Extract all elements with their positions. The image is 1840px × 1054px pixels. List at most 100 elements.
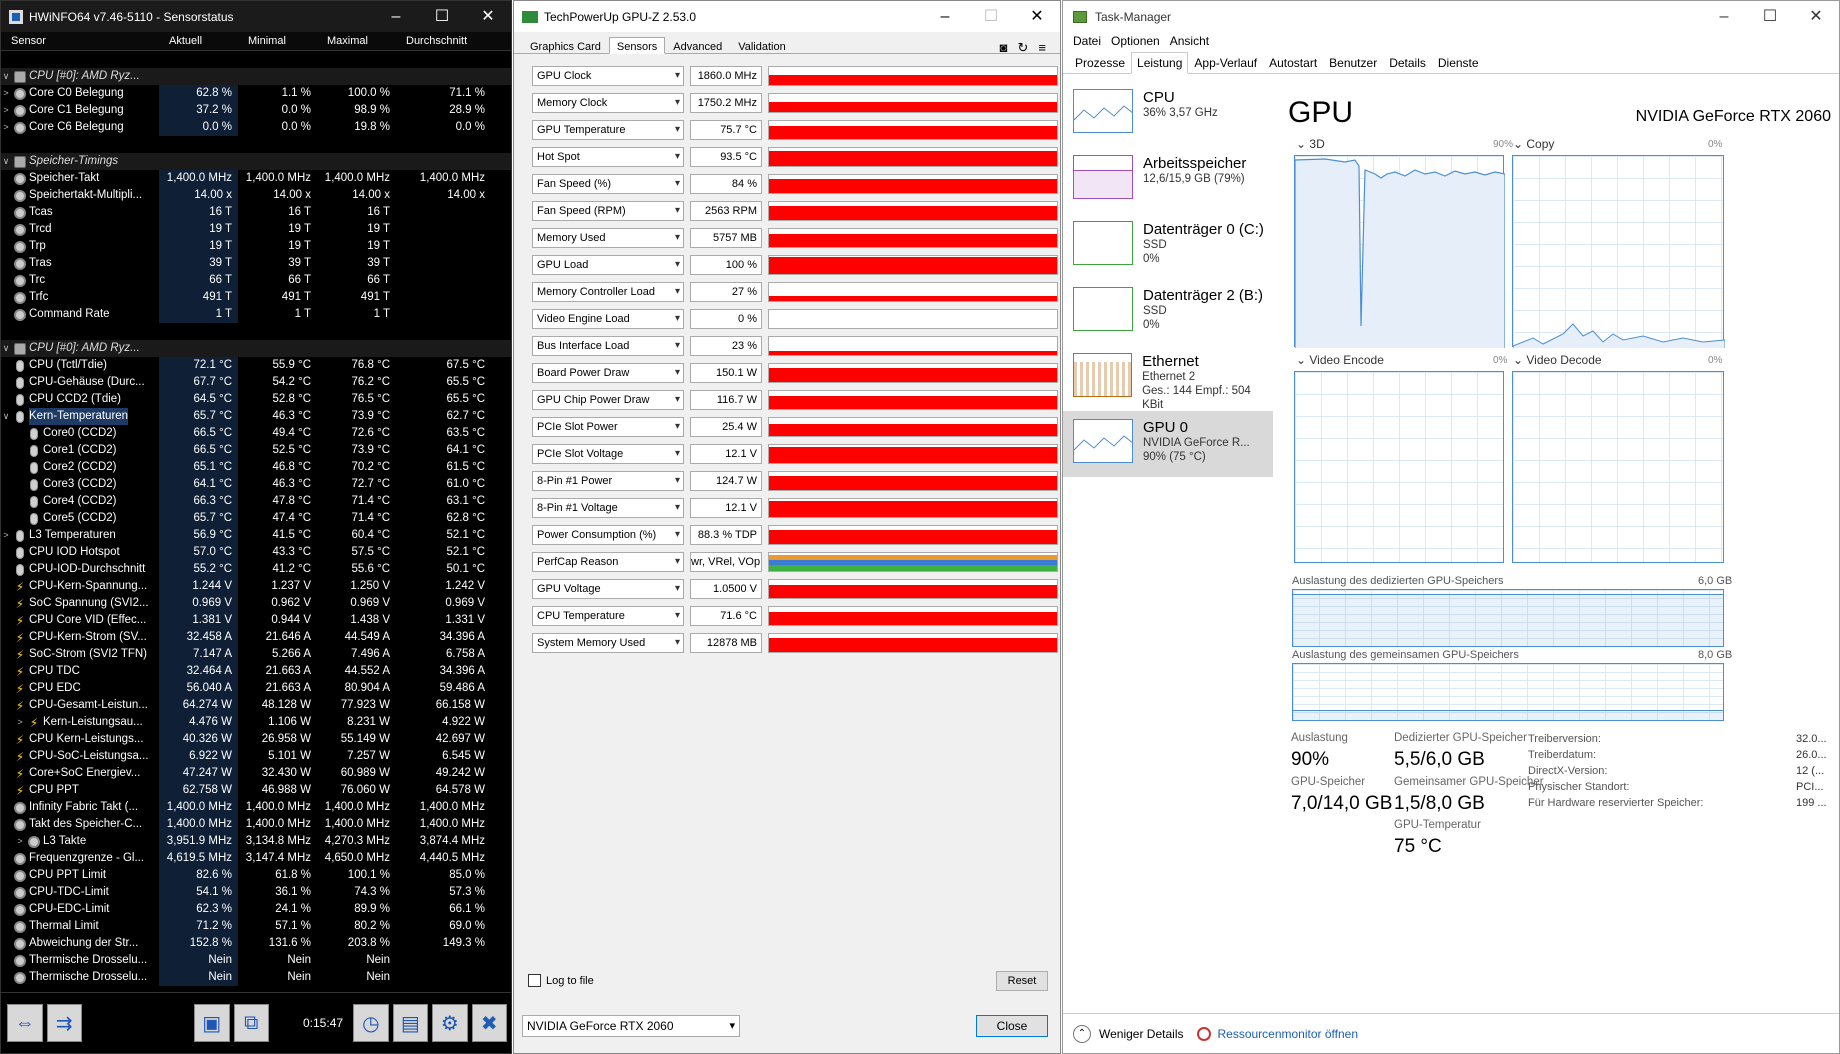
tab-advanced[interactable]: Advanced <box>665 37 730 53</box>
tab-graphics-card[interactable]: Graphics Card <box>522 37 609 53</box>
camera-icon[interactable]: ◙ <box>1000 40 1008 56</box>
sensor-label-dropdown[interactable]: Fan Speed (RPM) <box>532 201 684 221</box>
network-icon[interactable]: ⧉ <box>233 1004 269 1042</box>
tab-prozesse[interactable]: Prozesse <box>1069 52 1131 73</box>
expand-toggle-icon[interactable]: > <box>1 102 11 119</box>
table-row[interactable]: Trfc 491 T 491 T 491 T <box>1 289 511 306</box>
table-row[interactable]: Frequenzgrenze - Gl... 4,619.5 MHz 3,147.4… <box>1 850 511 867</box>
minimize-button[interactable]: – <box>1701 1 1747 32</box>
graph-encode-label[interactable]: ⌄ Video Encode <box>1296 353 1384 367</box>
minimize-button[interactable]: – <box>373 1 419 32</box>
sidebar-item-cpu[interactable]: CPU 36% 3,57 GHz <box>1063 81 1273 147</box>
sensor-label-dropdown[interactable]: Memory Controller Load <box>532 282 684 302</box>
column-max[interactable]: Maximal <box>317 32 396 50</box>
sensor-label-dropdown[interactable]: GPU Voltage <box>532 579 684 599</box>
table-row[interactable]: CPU-EDC-Limit 62.3 % 24.1 % 89.9 % 66.1 % <box>1 901 511 918</box>
gpu-select[interactable]: NVIDIA GeForce RTX 2060 <box>522 1015 740 1037</box>
table-row[interactable]: Trp 19 T 19 T 19 T <box>1 238 511 255</box>
table-row[interactable]: Takt des Speicher-C... 1,400.0 MHz 1,400.0… <box>1 816 511 833</box>
table-row[interactable] <box>1 323 511 340</box>
table-row[interactable]: ∨ CPU [#0]: AMD Ryz... <box>1 68 511 85</box>
table-row[interactable]: > Core C0 Belegung 62.8 % 1.1 % 100.0 % 71.1 … <box>1 85 511 102</box>
sidebar-item-gpu[interactable]: GPU 0 NVIDIA GeForce R... 90% (75 °C) <box>1063 411 1273 477</box>
table-row[interactable] <box>1 51 511 68</box>
tab-autostart[interactable]: Autostart <box>1263 52 1323 73</box>
menu-optionen[interactable]: Optionen <box>1109 32 1168 52</box>
expand-toggle-icon[interactable]: > <box>1 527 11 544</box>
sensor-label-dropdown[interactable]: Bus Interface Load <box>532 336 684 356</box>
expand-arrows-icon[interactable]: ⇔ <box>7 1004 43 1042</box>
table-row[interactable]: Core0 (CCD2) 66.5 °C 49.4 °C 72.6 °C 63.5 °C <box>1 425 511 442</box>
maximize-button[interactable]: ☐ <box>968 1 1014 32</box>
close-button[interactable]: ✕ <box>1014 1 1060 32</box>
table-row[interactable]: > Core C6 Belegung 0.0 % 0.0 % 19.8 % 0.0 % <box>1 119 511 136</box>
table-row[interactable]: Core3 (CCD2) 64.1 °C 46.3 °C 72.7 °C 61.0 °C <box>1 476 511 493</box>
gear-icon[interactable]: ⚙ <box>432 1004 468 1042</box>
expand-toggle-icon[interactable]: ∨ <box>1 153 11 170</box>
table-row[interactable]: CPU-Gehäuse (Durc... 67.7 °C 54.2 °C 76.2 °… <box>1 374 511 391</box>
expand-toggle-icon[interactable]: ∨ <box>1 68 11 85</box>
tab-benutzer[interactable]: Benutzer <box>1323 52 1383 73</box>
table-row[interactable]: ∨ Kern-Temperaturen 65.7 °C 46.3 °C 73.9 °C 6… <box>1 408 511 425</box>
table-row[interactable]: Trc 66 T 66 T 66 T <box>1 272 511 289</box>
table-row[interactable]: Speichertakt-Multipli... 14.00 x 14.00 x 14… <box>1 187 511 204</box>
sensor-label-dropdown[interactable]: Fan Speed (%) <box>532 174 684 194</box>
sensor-label-dropdown[interactable]: PCIe Slot Power <box>532 417 684 437</box>
table-row[interactable]: CPU CCD2 (Tdie) 64.5 °C 52.8 °C 76.5 °C 65.5… <box>1 391 511 408</box>
table-row[interactable]: > L3 Takte 3,951.9 MHz 3,134.8 MHz 4,270.3 M… <box>1 833 511 850</box>
table-row[interactable]: Core1 (CCD2) 66.5 °C 52.5 °C 73.9 °C 64.1 °C <box>1 442 511 459</box>
tab-dienste[interactable]: Dienste <box>1432 52 1485 73</box>
log-to-file-checkbox[interactable]: Log to file <box>528 974 594 987</box>
expand-toggle-icon[interactable]: > <box>15 714 25 731</box>
table-row[interactable]: Core2 (CCD2) 65.1 °C 46.8 °C 70.2 °C 61.5 °C <box>1 459 511 476</box>
expand-toggle-icon[interactable]: > <box>1 85 11 102</box>
table-row[interactable]: ⚡ SoC Spannung (SVI2... 0.969 V 0.962 V 0.96… <box>1 595 511 612</box>
table-row[interactable]: ⚡ CPU PPT 62.758 W 46.988 W 76.060 W 64.578 W <box>1 782 511 799</box>
refresh-icon[interactable]: ↻ <box>1018 40 1029 56</box>
table-row[interactable]: Abweichung der Str... 152.8 % 131.6 % 203.8… <box>1 935 511 952</box>
sensor-list[interactable]: ∨ CPU [#0]: AMD Ryz... > Core C0 Belegung 62… <box>1 51 511 1013</box>
sensor-label-dropdown[interactable]: GPU Load <box>532 255 684 275</box>
table-row[interactable]: ⚡ CPU EDC 56.040 A 21.663 A 80.904 A 59.486 A <box>1 680 511 697</box>
hwinfo-titlebar[interactable]: HWiNFO64 v7.46-5110 - Sensorstatus – ☐ ✕ <box>1 1 511 32</box>
table-row[interactable]: CPU-TDC-Limit 54.1 % 36.1 % 74.3 % 57.3 % <box>1 884 511 901</box>
minimize-button[interactable]: – <box>922 1 968 32</box>
sensor-label-dropdown[interactable]: Board Power Draw <box>532 363 684 383</box>
menu-icon[interactable]: ≡ <box>1038 40 1046 56</box>
table-row[interactable] <box>1 136 511 153</box>
tab-details[interactable]: Details <box>1383 52 1432 73</box>
table-row[interactable]: > ⚡ Kern-Leistungsau... 4.476 W 1.106 W 8.231… <box>1 714 511 731</box>
column-current[interactable]: Aktuell <box>159 32 238 50</box>
close-button[interactable]: ✕ <box>465 1 511 32</box>
expand-toggle-icon[interactable]: > <box>1 119 11 136</box>
sensor-label-dropdown[interactable]: GPU Chip Power Draw <box>532 390 684 410</box>
table-row[interactable]: Tras 39 T 39 T 39 T <box>1 255 511 272</box>
table-row[interactable]: ⚡ CPU Kern-Leistungs... 40.326 W 26.958 W 55… <box>1 731 511 748</box>
table-row[interactable]: Thermische Drosselu... Nein Nein Nein <box>1 952 511 969</box>
resource-monitor-link[interactable]: Ressourcenmonitor öffnen <box>1197 1026 1358 1041</box>
graph-copy-label[interactable]: ⌄ Copy <box>1513 137 1554 151</box>
collapse-arrows-icon[interactable]: ⇉ <box>46 1004 82 1042</box>
expand-toggle-icon[interactable]: > <box>15 833 25 850</box>
table-row[interactable]: ∨ CPU [#0]: AMD Ryz... <box>1 340 511 357</box>
menu-ansicht[interactable]: Ansicht <box>1168 32 1217 52</box>
table-row[interactable]: Speicher-Takt 1,400.0 MHz 1,400.0 MHz 1,400… <box>1 170 511 187</box>
table-row[interactable]: ⚡ Core+SoC Energiev... 47.247 W 32.430 W 60.… <box>1 765 511 782</box>
sensor-label-dropdown[interactable]: Hot Spot <box>532 147 684 167</box>
table-row[interactable]: CPU (Tctl/Tdie) 72.1 °C 55.9 °C 76.8 °C 67.5… <box>1 357 511 374</box>
table-row[interactable]: CPU IOD Hotspot 57.0 °C 43.3 °C 57.5 °C 52.1… <box>1 544 511 561</box>
graph-decode-label[interactable]: ⌄ Video Decode <box>1513 353 1602 367</box>
sidebar-item-ethernet[interactable]: Ethernet Ethernet 2 Ges.: 144 Empf.: 504 K… <box>1063 345 1273 411</box>
maximize-button[interactable]: ☐ <box>419 1 465 32</box>
expand-toggle-icon[interactable]: ∨ <box>1 408 11 425</box>
sensor-label-dropdown[interactable]: Video Engine Load <box>532 309 684 329</box>
table-row[interactable]: > L3 Temperaturen 56.9 °C 41.5 °C 60.4 °C 52.… <box>1 527 511 544</box>
table-row[interactable]: Trcd 19 T 19 T 19 T <box>1 221 511 238</box>
gpuz-titlebar[interactable]: TechPowerUp GPU-Z 2.53.0 – ☐ ✕ <box>514 1 1060 32</box>
table-row[interactable]: ⚡ CPU-Gesamt-Leistun... 64.274 W 48.128 W 77… <box>1 697 511 714</box>
table-row[interactable]: Thermische Drosselu... Nein Nein Nein <box>1 969 511 986</box>
table-row[interactable]: ⚡ CPU-Kern-Spannung... 1.244 V 1.237 V 1.250… <box>1 578 511 595</box>
sensor-label-dropdown[interactable]: Power Consumption (%) <box>532 525 684 545</box>
report-icon[interactable]: ▤ <box>392 1004 429 1042</box>
tab-sensors[interactable]: Sensors <box>608 37 666 54</box>
